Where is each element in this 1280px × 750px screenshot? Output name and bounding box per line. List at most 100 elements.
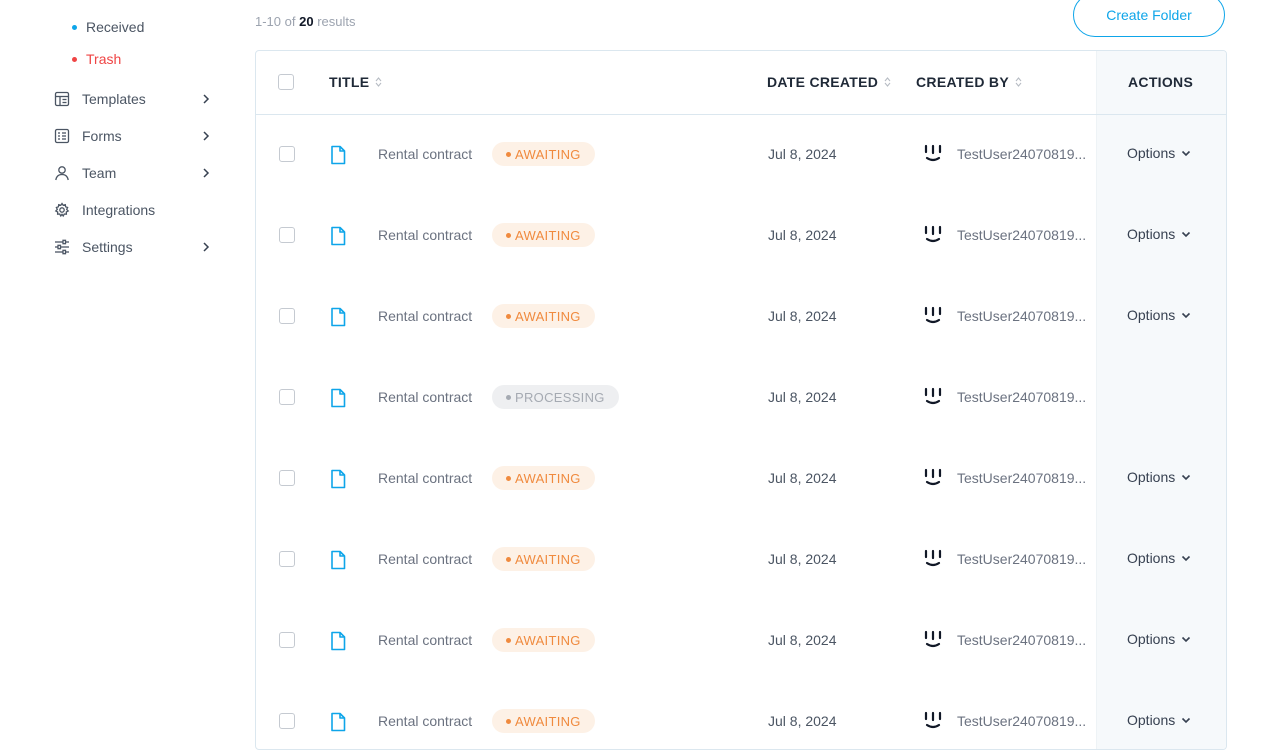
document-icon bbox=[329, 226, 347, 246]
user-icon bbox=[54, 165, 70, 181]
column-header-title[interactable]: TITLE bbox=[329, 74, 382, 90]
row-checkbox[interactable] bbox=[279, 389, 295, 405]
table-row[interactable]: Rental contract AWAITING Jul 8, 2024 TestUs… bbox=[256, 681, 1226, 749]
column-header-label: TITLE bbox=[329, 74, 370, 90]
sidebar-subitem-trash[interactable]: Trash bbox=[72, 49, 121, 69]
avatar bbox=[922, 630, 944, 650]
row-checkbox[interactable] bbox=[279, 551, 295, 567]
avatar bbox=[922, 468, 944, 488]
sort-icon bbox=[1015, 77, 1022, 87]
status-label: AWAITING bbox=[515, 632, 581, 648]
status-badge: AWAITING bbox=[492, 628, 595, 652]
document-title[interactable]: Rental contract bbox=[378, 389, 472, 405]
table-row[interactable]: Rental contract AWAITING Jul 8, 2024 TestUs… bbox=[256, 276, 1226, 357]
sidebar-item-team[interactable]: Team bbox=[54, 162, 214, 184]
status-dot-icon bbox=[506, 637, 511, 643]
chevron-down-icon bbox=[1175, 555, 1191, 562]
sidebar: Received Trash Templates Forms Team Inte… bbox=[0, 0, 240, 720]
table-row[interactable]: Rental contract PROCESSING Jul 8, 2024 Test… bbox=[256, 357, 1226, 438]
status-label: AWAITING bbox=[515, 470, 581, 486]
options-dropdown[interactable]: Options bbox=[1127, 226, 1191, 242]
document-icon bbox=[329, 712, 347, 732]
status-dot-icon bbox=[506, 313, 511, 319]
document-icon bbox=[329, 469, 347, 489]
sidebar-item-integrations[interactable]: Integrations bbox=[54, 199, 214, 221]
status-badge: PROCESSING bbox=[492, 385, 619, 409]
options-dropdown[interactable]: Options bbox=[1127, 145, 1191, 161]
options-dropdown[interactable]: Options bbox=[1127, 712, 1191, 728]
document-icon bbox=[329, 550, 347, 570]
document-title[interactable]: Rental contract bbox=[378, 227, 472, 243]
table-header: TITLE DATE CREATED CREATED BY ACTIONS bbox=[256, 51, 1226, 115]
table-row[interactable]: Rental contract AWAITING Jul 8, 2024 TestUs… bbox=[256, 114, 1226, 195]
created-by-user: TestUser24070819... bbox=[957, 146, 1087, 162]
status-badge: AWAITING bbox=[492, 223, 595, 247]
document-title[interactable]: Rental contract bbox=[378, 551, 472, 567]
table-row[interactable]: Rental contract AWAITING Jul 8, 2024 TestUs… bbox=[256, 600, 1226, 681]
row-checkbox[interactable] bbox=[279, 308, 295, 324]
document-title[interactable]: Rental contract bbox=[378, 713, 472, 729]
column-header-label: DATE CREATED bbox=[767, 74, 879, 90]
column-header-date-created[interactable]: DATE CREATED bbox=[767, 74, 891, 90]
sidebar-subitem-label: Received bbox=[86, 19, 145, 35]
sidebar-item-settings[interactable]: Settings bbox=[54, 236, 214, 258]
sidebar-subitem-received[interactable]: Received bbox=[72, 17, 144, 37]
column-header-created-by[interactable]: CREATED BY bbox=[916, 74, 1022, 90]
options-dropdown[interactable]: Options bbox=[1127, 307, 1191, 323]
select-all-checkbox[interactable] bbox=[278, 74, 294, 90]
status-dot-icon bbox=[506, 718, 511, 724]
options-label: Options bbox=[1127, 307, 1176, 323]
status-label: AWAITING bbox=[515, 308, 581, 324]
status-label: PROCESSING bbox=[515, 389, 605, 405]
status-badge: AWAITING bbox=[492, 142, 595, 166]
created-by-user: TestUser24070819... bbox=[957, 308, 1087, 324]
document-title[interactable]: Rental contract bbox=[378, 632, 472, 648]
status-label: AWAITING bbox=[515, 551, 581, 567]
document-title[interactable]: Rental contract bbox=[378, 470, 472, 486]
created-by-user: TestUser24070819... bbox=[957, 470, 1087, 486]
column-header-label: CREATED BY bbox=[916, 74, 1009, 90]
row-checkbox[interactable] bbox=[279, 713, 295, 729]
created-by-user: TestUser24070819... bbox=[957, 389, 1087, 405]
sidebar-item-templates[interactable]: Templates bbox=[54, 88, 214, 110]
options-label: Options bbox=[1127, 469, 1176, 485]
options-label: Options bbox=[1127, 145, 1176, 161]
status-dot-icon bbox=[506, 151, 511, 157]
results-suffix: results bbox=[317, 14, 356, 29]
avatar bbox=[922, 306, 944, 326]
status-label: AWAITING bbox=[515, 146, 581, 162]
trash-dot-icon bbox=[72, 56, 77, 62]
column-header-label: ACTIONS bbox=[1128, 74, 1194, 90]
received-dot-icon bbox=[72, 24, 77, 30]
options-dropdown[interactable]: Options bbox=[1127, 631, 1191, 647]
options-label: Options bbox=[1127, 631, 1176, 647]
sidebar-subitem-label: Trash bbox=[86, 51, 122, 67]
table-row[interactable]: Rental contract AWAITING Jul 8, 2024 TestUs… bbox=[256, 438, 1226, 519]
date-created: Jul 8, 2024 bbox=[768, 146, 837, 162]
templates-icon bbox=[54, 91, 70, 107]
chevron-right-icon bbox=[203, 131, 210, 141]
sidebar-item-forms[interactable]: Forms bbox=[54, 125, 214, 147]
options-dropdown[interactable]: Options bbox=[1127, 469, 1191, 485]
date-created: Jul 8, 2024 bbox=[768, 227, 837, 243]
date-created: Jul 8, 2024 bbox=[768, 308, 837, 324]
row-checkbox[interactable] bbox=[279, 632, 295, 648]
row-checkbox[interactable] bbox=[279, 470, 295, 486]
document-icon bbox=[329, 631, 347, 651]
status-dot-icon bbox=[506, 394, 511, 400]
options-label: Options bbox=[1127, 712, 1176, 728]
row-checkbox[interactable] bbox=[279, 146, 295, 162]
status-badge: AWAITING bbox=[492, 709, 595, 733]
row-checkbox[interactable] bbox=[279, 227, 295, 243]
documents-table: TITLE DATE CREATED CREATED BY ACTIONS Re… bbox=[255, 50, 1227, 750]
table-row[interactable]: Rental contract AWAITING Jul 8, 2024 TestUs… bbox=[256, 195, 1226, 276]
status-dot-icon bbox=[506, 475, 511, 481]
options-dropdown[interactable]: Options bbox=[1127, 550, 1191, 566]
status-badge: AWAITING bbox=[492, 466, 595, 490]
sort-icon bbox=[884, 77, 891, 87]
create-folder-button[interactable]: Create Folder bbox=[1073, 0, 1225, 37]
document-title[interactable]: Rental contract bbox=[378, 146, 472, 162]
table-row[interactable]: Rental contract AWAITING Jul 8, 2024 TestUs… bbox=[256, 519, 1226, 600]
document-title[interactable]: Rental contract bbox=[378, 308, 472, 324]
chevron-right-icon bbox=[203, 168, 210, 178]
